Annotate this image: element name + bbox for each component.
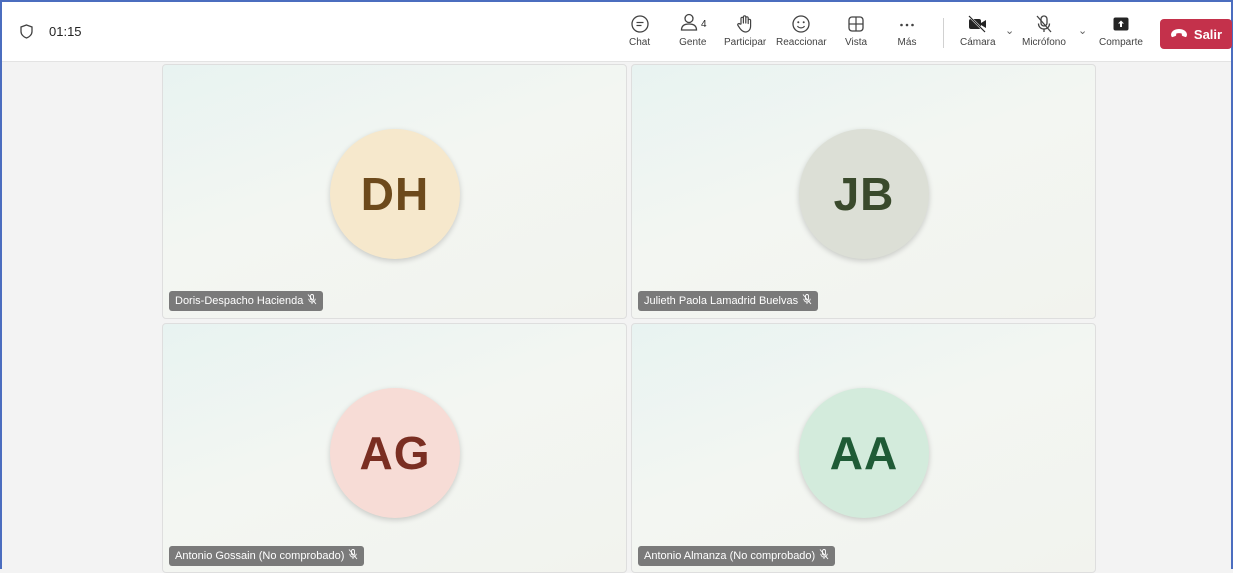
participant-name-tag: Doris-Despacho Hacienda xyxy=(169,291,324,311)
people-button[interactable]: 4 Gente xyxy=(679,12,707,48)
phone-hangup-icon xyxy=(1170,27,1188,42)
microphone-off-icon xyxy=(1034,14,1054,34)
shield-icon xyxy=(20,24,33,39)
microphone-label: Micrófono xyxy=(1022,37,1066,48)
meeting-toolbar: 01:15 Chat 4 Gente Participar Reaccionar… xyxy=(2,2,1232,62)
meeting-timer: 01:15 xyxy=(20,24,82,39)
more-label: Más xyxy=(897,37,917,48)
microphone-muted-icon xyxy=(802,294,812,308)
participant-name-tag: Antonio Gossain (No comprobado) xyxy=(169,546,365,566)
view-button[interactable]: Vista xyxy=(845,14,867,48)
camera-button[interactable]: Cámara xyxy=(960,14,996,48)
microphone-button[interactable]: Micrófono xyxy=(1022,14,1066,48)
people-count: 4 xyxy=(701,18,707,30)
avatar-initials: AA xyxy=(829,427,899,479)
leave-button[interactable]: Salir xyxy=(1160,19,1232,49)
avatar: DH xyxy=(330,129,460,259)
avatar: AA xyxy=(799,388,929,518)
raise-hand-button[interactable]: Participar xyxy=(724,14,766,48)
microphone-muted-icon xyxy=(348,549,358,563)
raise-hand-label: Participar xyxy=(724,37,767,48)
avatar-initials: DH xyxy=(360,168,430,220)
people-icon-wrap: 4 xyxy=(679,12,707,37)
microphone-muted-icon xyxy=(307,294,317,308)
share-button[interactable]: Comparte xyxy=(1099,14,1143,48)
grid-view-icon xyxy=(846,14,866,34)
chat-label: Chat xyxy=(629,37,651,48)
participant-name-tag: Julieth Paola Lamadrid Buelvas xyxy=(638,291,819,311)
react-label: Reaccionar xyxy=(776,37,827,48)
chat-icon xyxy=(630,14,650,34)
more-button[interactable]: Más xyxy=(897,14,917,48)
people-icon xyxy=(679,12,699,37)
raise-hand-icon xyxy=(735,14,755,34)
react-button[interactable]: Reaccionar xyxy=(776,14,827,48)
participant-name: Doris-Despacho Hacienda xyxy=(175,295,304,307)
avatar: AG xyxy=(330,388,460,518)
chat-button[interactable]: Chat xyxy=(629,14,650,48)
camera-options-chevron-icon[interactable]: ⌄ xyxy=(1005,24,1014,37)
avatar: JB xyxy=(799,129,929,259)
leave-label: Salir xyxy=(1193,26,1223,42)
participant-name: Antonio Almanza (No comprobado) xyxy=(644,550,816,562)
avatar-initials: JB xyxy=(833,168,895,220)
avatar-initials: AG xyxy=(359,427,431,479)
camera-off-icon xyxy=(967,14,989,34)
participant-name-tag: Antonio Almanza (No comprobado) xyxy=(638,546,836,566)
share-label: Comparte xyxy=(1099,37,1143,48)
people-label: Gente xyxy=(679,37,707,48)
microphone-options-chevron-icon[interactable]: ⌄ xyxy=(1078,24,1087,37)
participant-name: Julieth Paola Lamadrid Buelvas xyxy=(644,295,799,307)
more-icon xyxy=(897,14,917,34)
participant-tile[interactable]: DH Doris-Despacho Hacienda xyxy=(162,64,627,319)
camera-label: Cámara xyxy=(960,37,996,48)
participant-tile[interactable]: AG Antonio Gossain (No comprobado) xyxy=(162,323,627,573)
toolbar-divider xyxy=(943,18,944,48)
participant-tile[interactable]: JB Julieth Paola Lamadrid Buelvas xyxy=(631,64,1096,319)
view-label: Vista xyxy=(845,37,868,48)
microphone-muted-icon xyxy=(819,549,829,563)
teams-meeting-window: 01:15 Chat 4 Gente Participar Reaccionar… xyxy=(0,0,1233,573)
participant-tile[interactable]: AA Antonio Almanza (No comprobado) xyxy=(631,323,1096,573)
participant-name: Antonio Gossain (No comprobado) xyxy=(175,550,345,562)
smiley-icon xyxy=(791,14,811,34)
share-screen-icon xyxy=(1111,14,1131,34)
timer-text: 01:15 xyxy=(49,24,82,39)
